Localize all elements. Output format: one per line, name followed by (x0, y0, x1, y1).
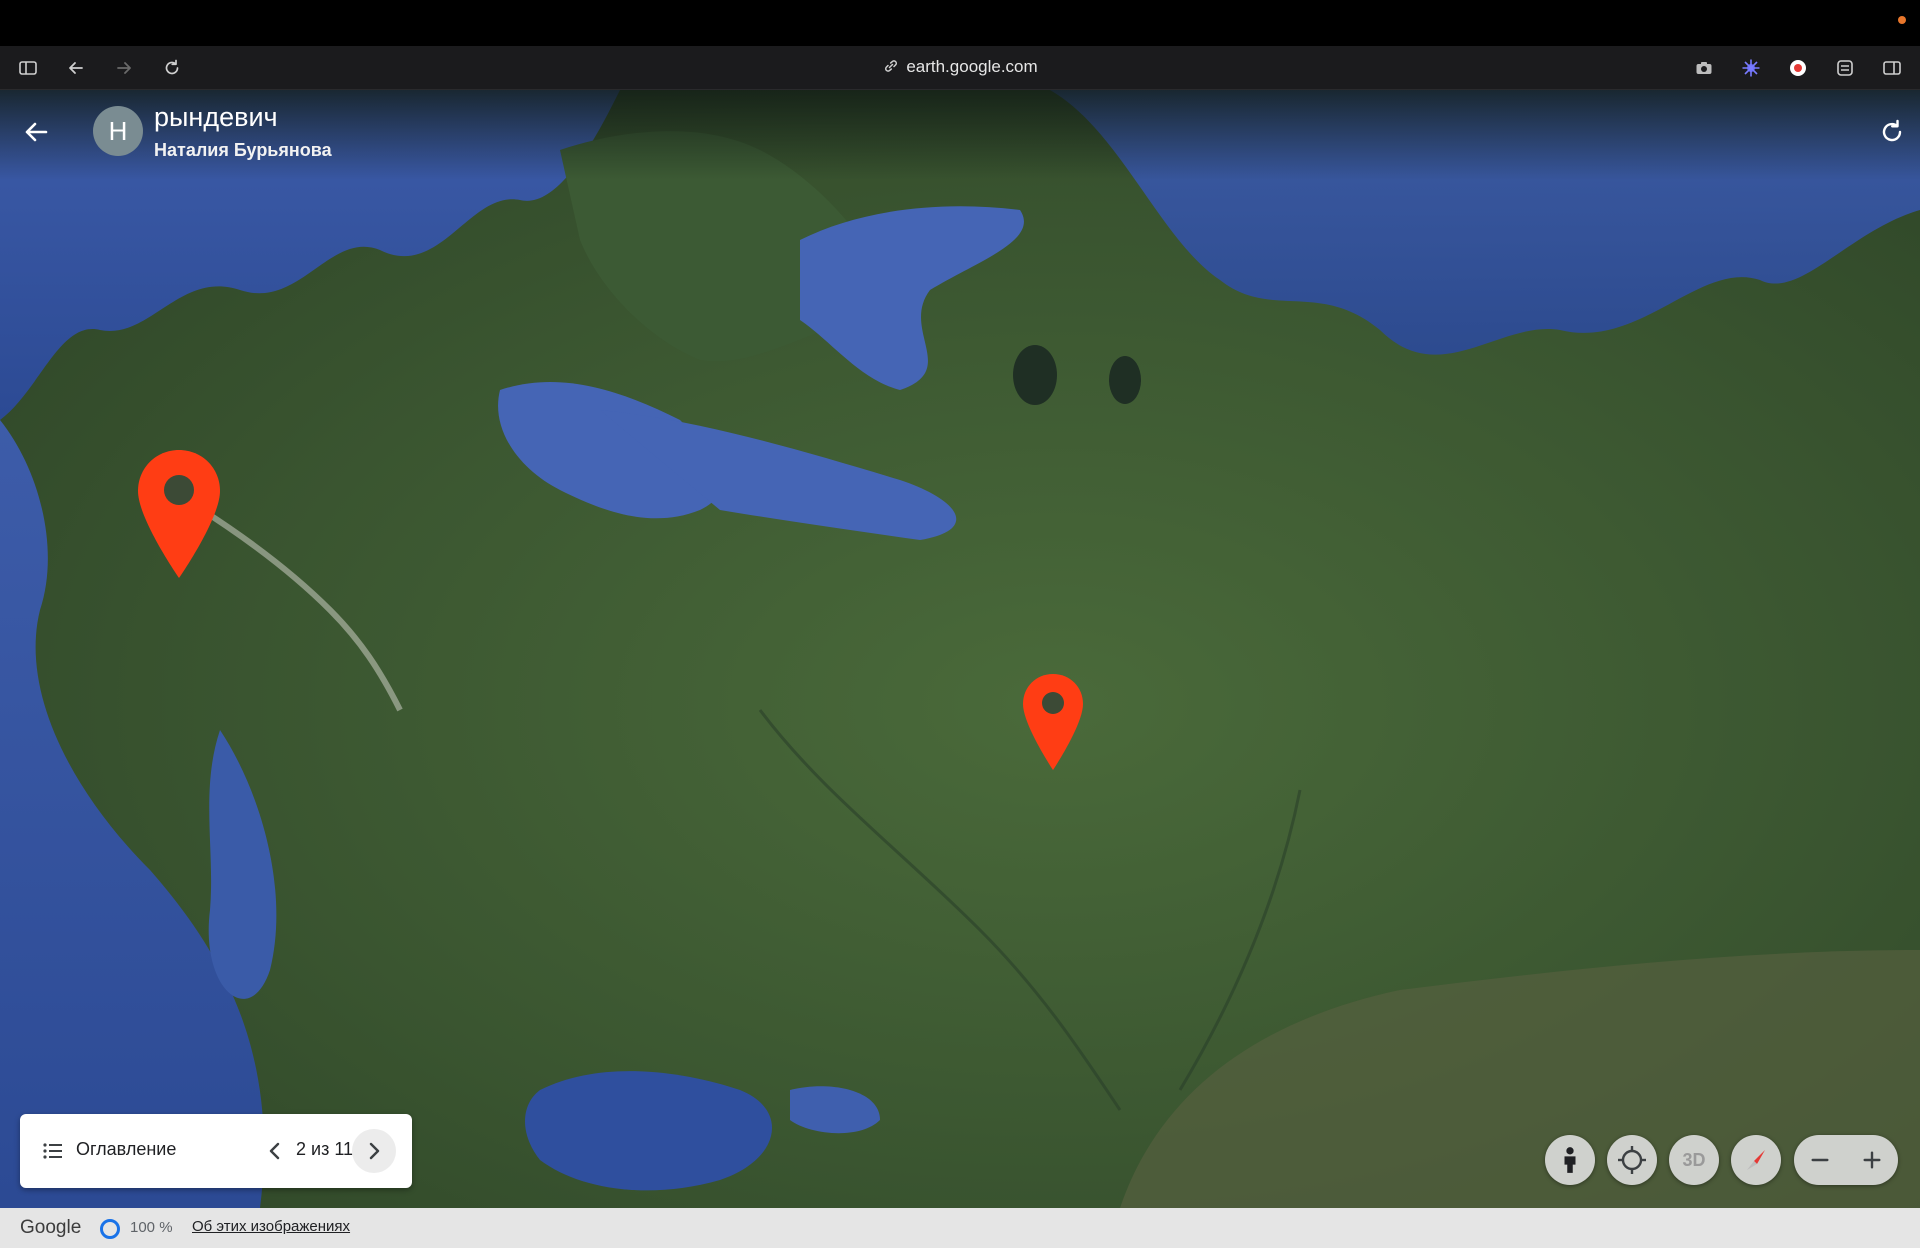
url-text: earth.google.com (906, 57, 1038, 76)
compass-icon (1747, 1150, 1765, 1170)
chevron-right-icon (369, 1142, 380, 1160)
back-arrow-icon[interactable] (20, 116, 52, 148)
project-title: рындевич (154, 102, 278, 132)
refresh-icon[interactable] (1878, 118, 1906, 146)
three-d-label: 3D (1682, 1149, 1706, 1170)
toggle-3d-button[interactable]: 3D (1669, 1135, 1719, 1185)
zoom-in-button[interactable] (1846, 1135, 1898, 1185)
project-author: Наталия Бурьянова (154, 140, 332, 160)
settings-icon[interactable] (1831, 54, 1859, 82)
recording-indicator-icon (1898, 16, 1906, 24)
screen-top-bar (0, 0, 1920, 46)
pegman-icon (1564, 1147, 1576, 1173)
record-icon[interactable] (1784, 54, 1812, 82)
google-logo: Google (20, 1217, 82, 1238)
about-imagery-link[interactable]: Об этих изображениях (192, 1218, 350, 1235)
zoom-in-icon (1863, 1151, 1881, 1169)
extension-icon[interactable] (1737, 54, 1765, 82)
split-view-icon[interactable] (1878, 54, 1906, 82)
link-icon (885, 60, 898, 72)
street-view-button[interactable] (1545, 1135, 1595, 1185)
map-pin-icon[interactable] (136, 448, 222, 580)
zoom-out-icon (1811, 1158, 1829, 1162)
earth-map-view[interactable]: Н рындевич Наталия Бурьянова Оглавление … (0, 90, 1920, 1208)
slide-counter: 2 из 11 (296, 1139, 354, 1159)
loading-indicator-icon (100, 1219, 120, 1239)
browser-toolbar: earth.google.com (0, 46, 1920, 90)
toc-label[interactable]: Оглавление (76, 1139, 176, 1160)
my-location-button[interactable] (1607, 1135, 1657, 1185)
list-icon[interactable] (42, 1140, 64, 1162)
map-pin-icon[interactable] (1021, 672, 1085, 772)
load-percent: 100 % (130, 1219, 173, 1236)
zoom-out-button[interactable] (1794, 1135, 1846, 1185)
address-bar[interactable]: earth.google.com (0, 57, 1920, 77)
next-slide-button[interactable] (352, 1129, 396, 1173)
previous-slide-icon[interactable] (262, 1138, 288, 1164)
zoom-controls (1794, 1135, 1898, 1185)
table-of-contents-bar: Оглавление 2 из 11 (20, 1114, 412, 1188)
status-bar: Google 100 % Об этих изображениях (0, 1208, 1920, 1248)
header-overlay (0, 90, 1920, 180)
satellite-imagery (0, 90, 1920, 1208)
my-location-icon (1618, 1146, 1646, 1174)
compass-button[interactable] (1731, 1135, 1781, 1185)
author-avatar[interactable]: Н (93, 106, 143, 156)
camera-icon[interactable] (1690, 54, 1718, 82)
